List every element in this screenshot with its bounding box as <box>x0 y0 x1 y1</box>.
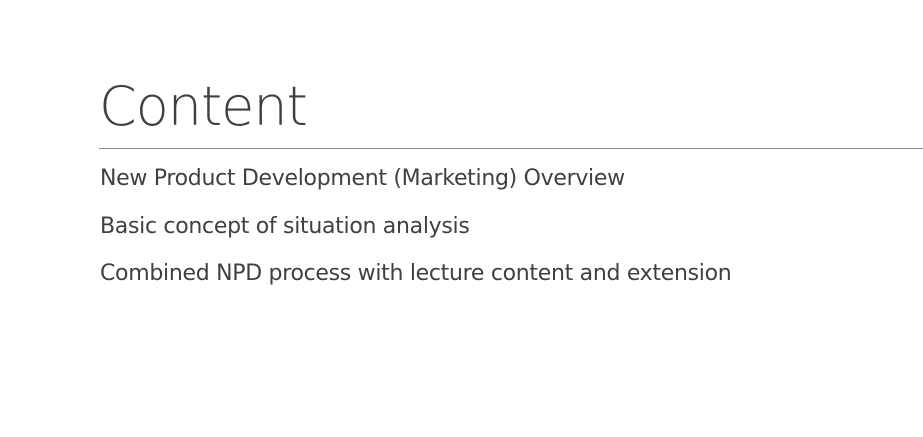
slide: Content New Product Development (Marketi… <box>0 0 923 437</box>
title-divider <box>99 148 923 149</box>
bullet-list: New Product Development (Marketing) Over… <box>100 163 732 306</box>
bullet-item: Combined NPD process with lecture conten… <box>100 261 732 286</box>
slide-title: Content <box>99 75 308 138</box>
bullet-item: Basic concept of situation analysis <box>100 213 470 239</box>
bullet-item: New Product Development (Marketing) Over… <box>100 166 625 191</box>
